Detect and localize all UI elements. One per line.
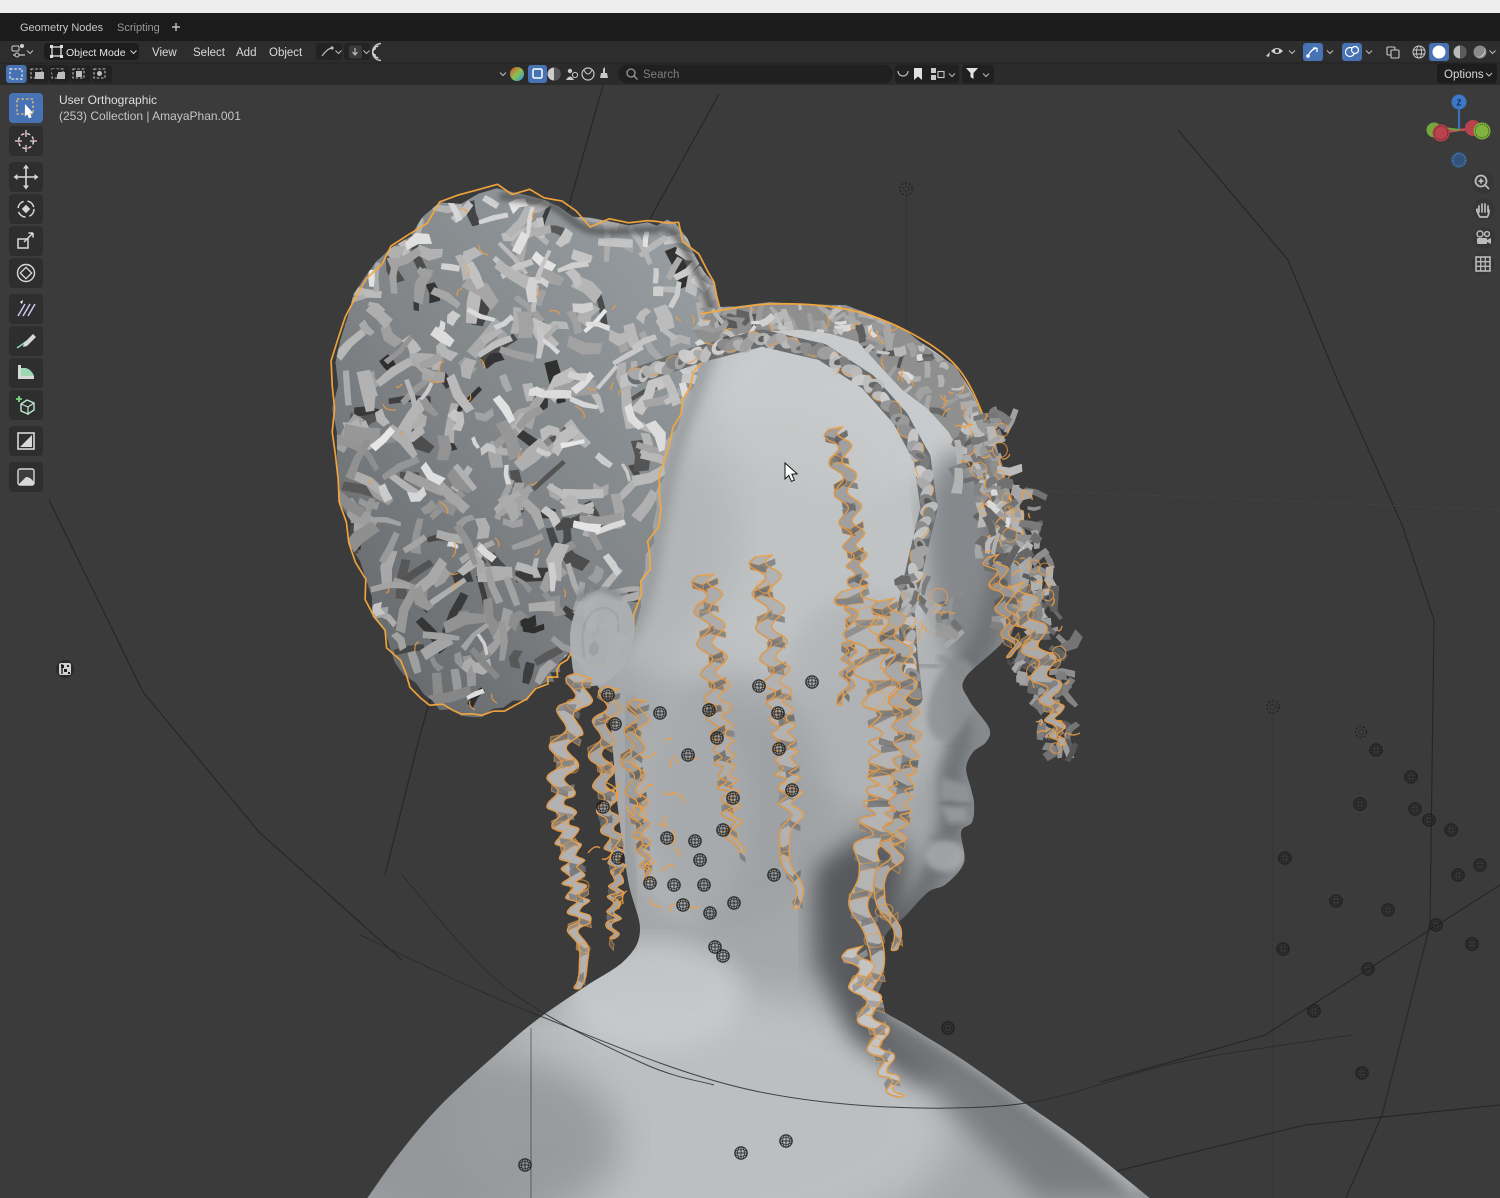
svg-text:User Orthographic: User Orthographic — [59, 93, 157, 107]
svg-text:Object: Object — [269, 47, 303, 59]
svg-text:Select: Select — [193, 47, 226, 59]
svg-text:(253) Collection | AmayaPhan.0: (253) Collection | AmayaPhan.001 — [59, 109, 241, 123]
svg-text:Scripting: Scripting — [117, 22, 160, 34]
svg-text:Add: Add — [236, 47, 256, 59]
svg-text:Options: Options — [1444, 69, 1484, 81]
svg-text:Search: Search — [643, 69, 679, 81]
svg-text:Object Mode: Object Mode — [66, 47, 126, 59]
svg-text:Z: Z — [1457, 99, 1462, 108]
svg-text:Geometry Nodes: Geometry Nodes — [20, 22, 104, 34]
svg-text:View: View — [152, 47, 177, 59]
